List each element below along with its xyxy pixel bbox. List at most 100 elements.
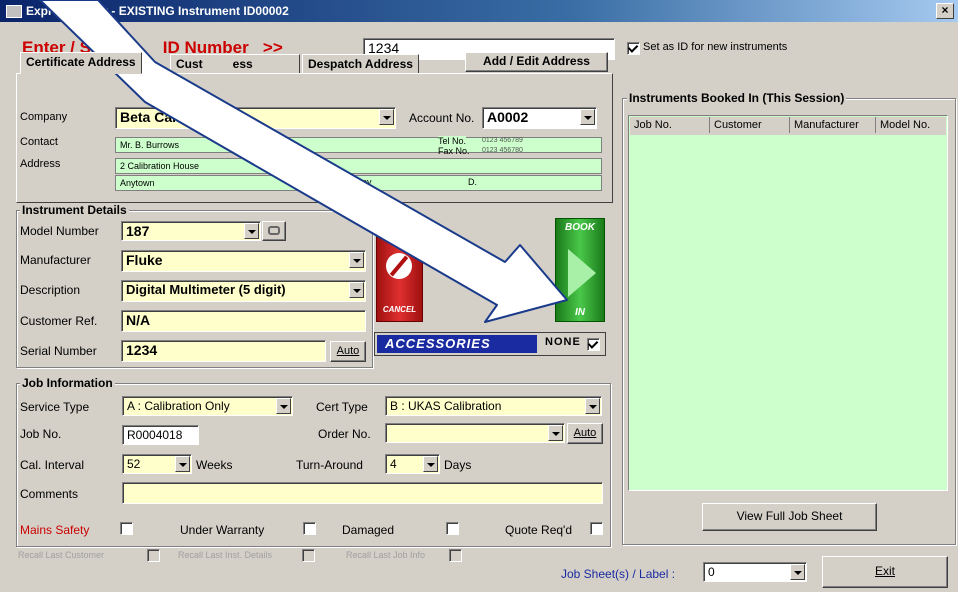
recall-job-checkbox[interactable] [449, 549, 462, 562]
manufacturer-select[interactable]: Fluke [121, 250, 366, 272]
turnaround-select[interactable]: 4 [385, 454, 440, 474]
cancel-top-label: CANCEL [382, 231, 417, 240]
chevron-down-icon[interactable] [423, 456, 438, 472]
accessories-label: ACCESSORIES [377, 335, 537, 353]
book-in-button[interactable]: BOOK IN [555, 218, 605, 322]
fax-label: Fax No. [438, 146, 470, 156]
comments-label: Comments [20, 487, 79, 501]
service-type-label: Service Type [20, 400, 90, 414]
account-label: Account No. [409, 111, 475, 125]
order-auto-button[interactable]: Auto [567, 423, 603, 444]
app-icon [6, 5, 22, 18]
recall-job-label: Recall Last Job Info [346, 550, 426, 560]
address-line2-town: Any [356, 177, 372, 187]
chevron-down-icon[interactable] [548, 425, 563, 441]
contact-field[interactable]: Mr. B. Burrows [115, 137, 602, 153]
recall-customer-checkbox[interactable] [147, 549, 160, 562]
cal-interval-value: 52 [127, 457, 141, 471]
title-bar: Expre By User - EXISTING Instrument ID00… [0, 0, 958, 22]
serial-label: Serial Number [20, 344, 97, 358]
damaged-checkbox[interactable] [446, 522, 459, 535]
recall-inst-checkbox[interactable] [302, 549, 315, 562]
chevron-down-icon[interactable] [585, 398, 600, 414]
manufacturer-value: Fluke [126, 252, 163, 268]
custref-input[interactable]: N/A [121, 310, 366, 332]
cancel-bottom-label: CANCEL [382, 305, 417, 314]
cert-type-value: B : UKAS Calibration [390, 399, 502, 413]
tab-despatch-address[interactable]: Despatch Address [302, 54, 419, 74]
column-header-customer[interactable]: Customer [710, 117, 790, 133]
quote-reqd-checkbox[interactable] [590, 522, 603, 535]
account-value: A0002 [487, 109, 529, 125]
chevron-down-icon[interactable] [244, 223, 259, 239]
mains-safety-checkbox[interactable] [120, 522, 133, 535]
booked-in-list[interactable] [628, 115, 948, 491]
chevron-down-icon[interactable] [790, 564, 805, 580]
chevron-down-icon[interactable] [349, 282, 364, 298]
days-label: Days [444, 458, 472, 472]
model-select[interactable]: 187 [121, 221, 261, 241]
recall-inst-label: Recall Last Inst. Details [178, 550, 273, 560]
chevron-down-icon[interactable] [175, 456, 190, 472]
booked-in-list-header: Job No. Customer Manufacturer Model No. [630, 117, 946, 135]
column-header-model-no[interactable]: Model No. [876, 117, 946, 133]
exit-button[interactable]: Exit [822, 556, 948, 588]
accessories-panel[interactable]: ACCESSORIES NONE [374, 332, 606, 356]
chevron-down-icon[interactable] [379, 109, 394, 125]
close-button[interactable]: × [936, 3, 954, 19]
fax-value: 0123 456780 [482, 147, 523, 154]
view-full-job-sheet-button[interactable]: View Full Job Sheet [702, 503, 877, 531]
tab-certificate-address[interactable]: Certificate Address [20, 52, 142, 74]
custref-label: Customer Ref. [20, 314, 98, 328]
accessories-none-checkbox[interactable] [587, 338, 600, 351]
serial-input[interactable]: 1234 [121, 340, 326, 362]
add-edit-address-button[interactable]: Add / Edit Address [465, 52, 608, 72]
account-select[interactable]: A0002 [482, 107, 597, 129]
column-header-manufacturer[interactable]: Manufacturer [790, 117, 876, 133]
chevron-down-icon[interactable] [349, 252, 364, 268]
set-as-id-label: Set as ID for new instruments [643, 41, 788, 53]
play-arrow-icon [568, 249, 596, 297]
cert-type-label: Cert Type [316, 400, 368, 414]
quote-reqd-label: Quote Req'd [505, 523, 573, 537]
contact-value: Mr. B. Burrows [120, 140, 180, 150]
under-warranty-checkbox[interactable] [303, 522, 316, 535]
comments-input[interactable] [122, 482, 603, 504]
address-line1[interactable]: 2 Calibration House [115, 158, 602, 174]
contact-label: Contact [20, 136, 58, 148]
model-label: Model Number [20, 224, 99, 238]
cert-type-select[interactable]: B : UKAS Calibration [385, 396, 602, 416]
model-value: 187 [126, 223, 150, 239]
book-bottom-label: IN [575, 307, 585, 318]
book-top-label: BOOK [565, 222, 595, 233]
manufacturer-label: Manufacturer [20, 253, 91, 267]
column-header-job-no[interactable]: Job No. [630, 117, 710, 133]
cal-interval-label: Cal. Interval [20, 458, 85, 472]
tel-value: 0123 456789 [482, 137, 523, 144]
order-no-select[interactable] [385, 423, 565, 443]
company-select[interactable]: Beta Calibrations [115, 107, 396, 129]
address-line1-value: 2 Calibration House [120, 161, 200, 171]
weeks-label: Weeks [196, 458, 233, 472]
serial-auto-button[interactable]: Auto [330, 341, 366, 362]
tel-label: Tel No. [438, 136, 467, 146]
service-type-select[interactable]: A : Calibration Only [122, 396, 293, 416]
binoculars-button[interactable] [262, 221, 286, 241]
prohibited-icon [386, 253, 412, 279]
job-no-input[interactable]: R0004018 [122, 425, 199, 445]
service-type-value: A : Calibration Only [127, 399, 230, 413]
turnaround-value: 4 [390, 457, 397, 471]
description-select[interactable]: Digital Multimeter (5 digit) [121, 280, 366, 302]
cancel-button[interactable]: CANCEL CANCEL [376, 218, 423, 322]
under-warranty-label: Under Warranty [180, 523, 265, 537]
chevron-down-icon[interactable] [580, 109, 595, 125]
chevron-down-icon[interactable] [276, 398, 291, 414]
mains-safety-label: Mains Safety [20, 523, 90, 537]
cal-interval-select[interactable]: 52 [122, 454, 192, 474]
window-title: Expre By User - EXISTING Instrument ID00… [26, 4, 289, 18]
set-as-id-checkbox[interactable] [627, 42, 640, 55]
instrument-details-title: Instrument Details [20, 203, 129, 217]
job-sheet-select[interactable]: 0 [703, 562, 807, 582]
tab-customer-address[interactable]: Cust ess [170, 54, 300, 74]
company-value: Beta Calibrations [120, 109, 236, 125]
